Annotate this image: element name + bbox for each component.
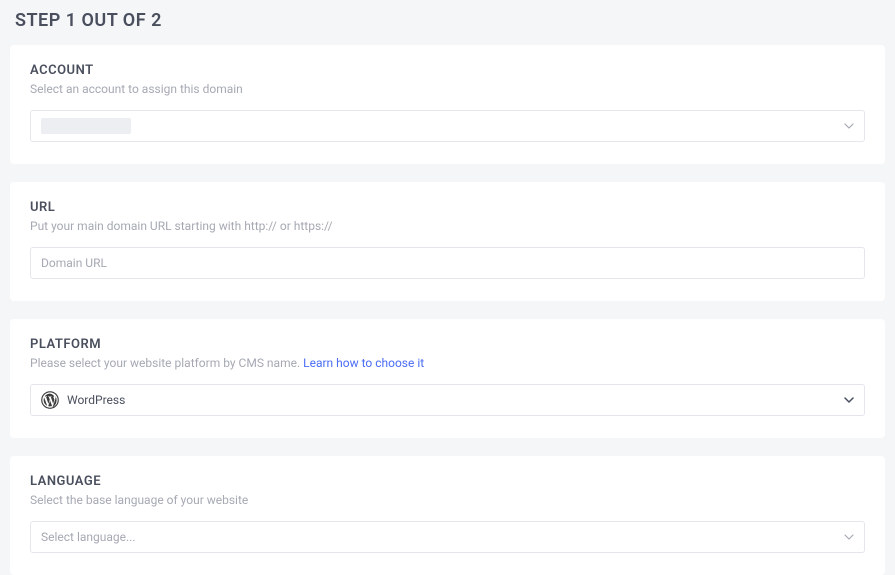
account-title: ACCOUNT xyxy=(30,63,865,78)
account-selected-placeholder xyxy=(41,118,131,134)
language-card: LANGUAGE Select the base language of you… xyxy=(10,456,885,575)
chevron-down-icon xyxy=(844,532,854,542)
wordpress-icon xyxy=(41,391,59,409)
url-card: URL Put your main domain URL starting wi… xyxy=(10,182,885,301)
language-title: LANGUAGE xyxy=(30,474,865,489)
chevron-down-icon xyxy=(844,121,854,131)
language-placeholder: Select language... xyxy=(41,530,136,544)
page-title: STEP 1 OUT OF 2 xyxy=(10,0,885,45)
platform-card: PLATFORM Please select your website plat… xyxy=(10,319,885,438)
platform-selected-value: WordPress xyxy=(67,393,125,407)
url-title: URL xyxy=(30,200,865,215)
account-select[interactable] xyxy=(30,110,865,142)
chevron-down-icon xyxy=(844,395,854,405)
url-desc: Put your main domain URL starting with h… xyxy=(30,219,865,233)
domain-url-input[interactable] xyxy=(30,247,865,279)
platform-desc: Please select your website platform by C… xyxy=(30,356,865,370)
account-card: ACCOUNT Select an account to assign this… xyxy=(10,45,885,164)
platform-title: PLATFORM xyxy=(30,337,865,352)
platform-desc-text: Please select your website platform by C… xyxy=(30,356,303,370)
platform-help-link[interactable]: Learn how to choose it xyxy=(303,356,424,370)
platform-select[interactable]: WordPress xyxy=(30,384,865,416)
account-desc: Select an account to assign this domain xyxy=(30,82,865,96)
language-select[interactable]: Select language... xyxy=(30,521,865,553)
language-desc: Select the base language of your website xyxy=(30,493,865,507)
